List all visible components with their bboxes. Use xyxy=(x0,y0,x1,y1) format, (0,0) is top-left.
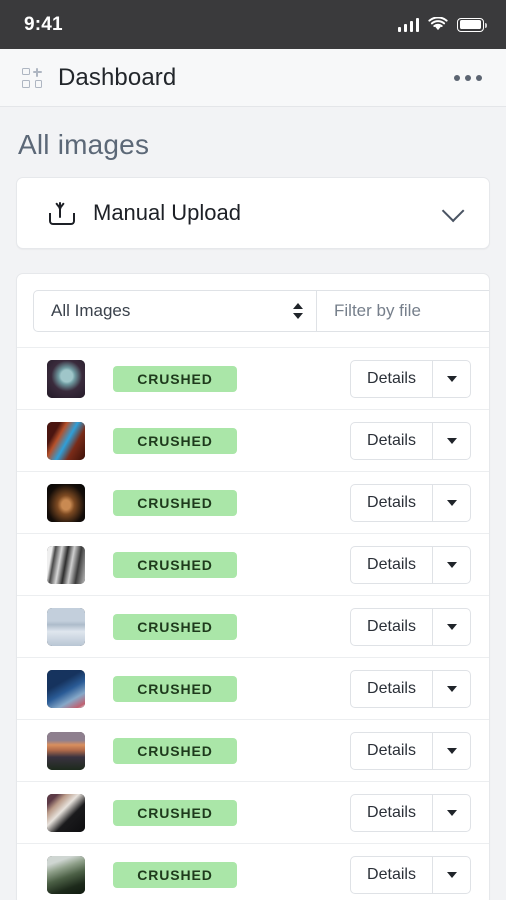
details-button[interactable]: Details xyxy=(350,856,433,894)
details-dropdown-button[interactable] xyxy=(433,732,471,770)
image-filter-select[interactable]: All Images xyxy=(33,290,317,332)
dark-figure-thumbnail[interactable] xyxy=(47,484,85,522)
row-actions: Details xyxy=(350,670,471,708)
row-actions: Details xyxy=(350,608,471,646)
app-header: Dashboard xyxy=(0,49,506,107)
caret-down-icon xyxy=(447,438,457,444)
details-dropdown-button[interactable] xyxy=(433,422,471,460)
status-badge: CRUSHED xyxy=(113,428,237,454)
cellular-signal-icon xyxy=(398,18,420,32)
status-badge: CRUSHED xyxy=(113,366,237,392)
status-bar: 9:41 xyxy=(0,0,506,49)
page-content: All images Manual Upload All Images CRUS… xyxy=(0,107,506,900)
wifi-icon xyxy=(428,17,448,32)
details-button[interactable]: Details xyxy=(350,608,433,646)
details-button[interactable]: Details xyxy=(350,670,433,708)
row-actions: Details xyxy=(350,732,471,770)
status-badge: CRUSHED xyxy=(113,614,237,640)
caret-down-icon xyxy=(447,624,457,630)
caret-down-icon xyxy=(447,376,457,382)
images-table-card: All Images CRUSHEDDetailsCRUSHEDDetailsC… xyxy=(16,273,490,900)
mountain-road-thumbnail[interactable] xyxy=(47,856,85,894)
up-down-arrows-icon xyxy=(293,302,304,320)
status-badge: CRUSHED xyxy=(113,490,237,516)
table-row: CRUSHED Details xyxy=(17,471,489,533)
chevron-down-icon[interactable] xyxy=(442,200,465,223)
row-actions: Details xyxy=(350,856,471,894)
details-button[interactable]: Details xyxy=(350,794,433,832)
red-blue-abstract-thumbnail[interactable] xyxy=(47,422,85,460)
status-bar-time: 9:41 xyxy=(24,14,63,36)
row-actions: Details xyxy=(350,546,471,584)
details-button[interactable]: Details xyxy=(350,422,433,460)
status-badge: CRUSHED xyxy=(113,800,237,826)
status-badge: CRUSHED xyxy=(113,862,237,888)
details-dropdown-button[interactable] xyxy=(433,360,471,398)
filter-by-file-input[interactable] xyxy=(317,290,490,332)
row-actions: Details xyxy=(350,422,471,460)
more-horizontal-icon[interactable] xyxy=(450,65,486,91)
details-dropdown-button[interactable] xyxy=(433,794,471,832)
status-badge: CRUSHED xyxy=(113,552,237,578)
image-filter-select-value: All Images xyxy=(51,301,293,321)
section-heading: All images xyxy=(16,107,490,177)
details-dropdown-button[interactable] xyxy=(433,856,471,894)
table-row: CRUSHED Details xyxy=(17,533,489,595)
status-bar-icons xyxy=(398,17,485,32)
details-dropdown-button[interactable] xyxy=(433,608,471,646)
manual-upload-label: Manual Upload xyxy=(93,200,241,226)
person-holding-mug-thumbnail[interactable] xyxy=(47,794,85,832)
caret-down-icon xyxy=(447,872,457,878)
table-row: CRUSHED Details xyxy=(17,719,489,781)
details-button[interactable]: Details xyxy=(350,360,433,398)
snowy-landscape-thumbnail[interactable] xyxy=(47,608,85,646)
row-actions: Details xyxy=(350,360,471,398)
astronaut-helmet-thumbnail[interactable] xyxy=(47,360,85,398)
image-rows-container: CRUSHED Details CRUSHED Details CRUSHED Detai… xyxy=(17,347,489,900)
upload-icon xyxy=(49,201,71,225)
caret-down-icon xyxy=(447,500,457,506)
details-button[interactable]: Details xyxy=(350,484,433,522)
table-row: CRUSHED Details xyxy=(17,843,489,900)
table-row: CRUSHED Details xyxy=(17,595,489,657)
table-row: CRUSHED Details xyxy=(17,409,489,471)
table-row: CRUSHED Details xyxy=(17,347,489,409)
table-row: CRUSHED Details xyxy=(17,657,489,719)
details-button[interactable]: Details xyxy=(350,732,433,770)
mobile-app-screen: 9:41 Dashboard All images Manual Upload xyxy=(0,0,506,900)
battery-full-icon xyxy=(457,18,484,32)
caret-down-icon xyxy=(447,810,457,816)
details-button[interactable]: Details xyxy=(350,546,433,584)
row-actions: Details xyxy=(350,484,471,522)
table-row: CRUSHED Details xyxy=(17,781,489,843)
details-dropdown-button[interactable] xyxy=(433,670,471,708)
caret-down-icon xyxy=(447,562,457,568)
caret-down-icon xyxy=(447,686,457,692)
details-dropdown-button[interactable] xyxy=(433,484,471,522)
status-badge: CRUSHED xyxy=(113,738,237,764)
row-actions: Details xyxy=(350,794,471,832)
manual-upload-panel[interactable]: Manual Upload xyxy=(16,177,490,249)
table-toolbar: All Images xyxy=(17,274,489,347)
dashboard-grid-add-icon xyxy=(22,68,42,88)
sunset-horizon-thumbnail[interactable] xyxy=(47,732,85,770)
page-title: Dashboard xyxy=(58,64,176,92)
details-dropdown-button[interactable] xyxy=(433,546,471,584)
blue-architecture-thumbnail[interactable] xyxy=(47,670,85,708)
black-white-forest-thumbnail[interactable] xyxy=(47,546,85,584)
caret-down-icon xyxy=(447,748,457,754)
status-badge: CRUSHED xyxy=(113,676,237,702)
